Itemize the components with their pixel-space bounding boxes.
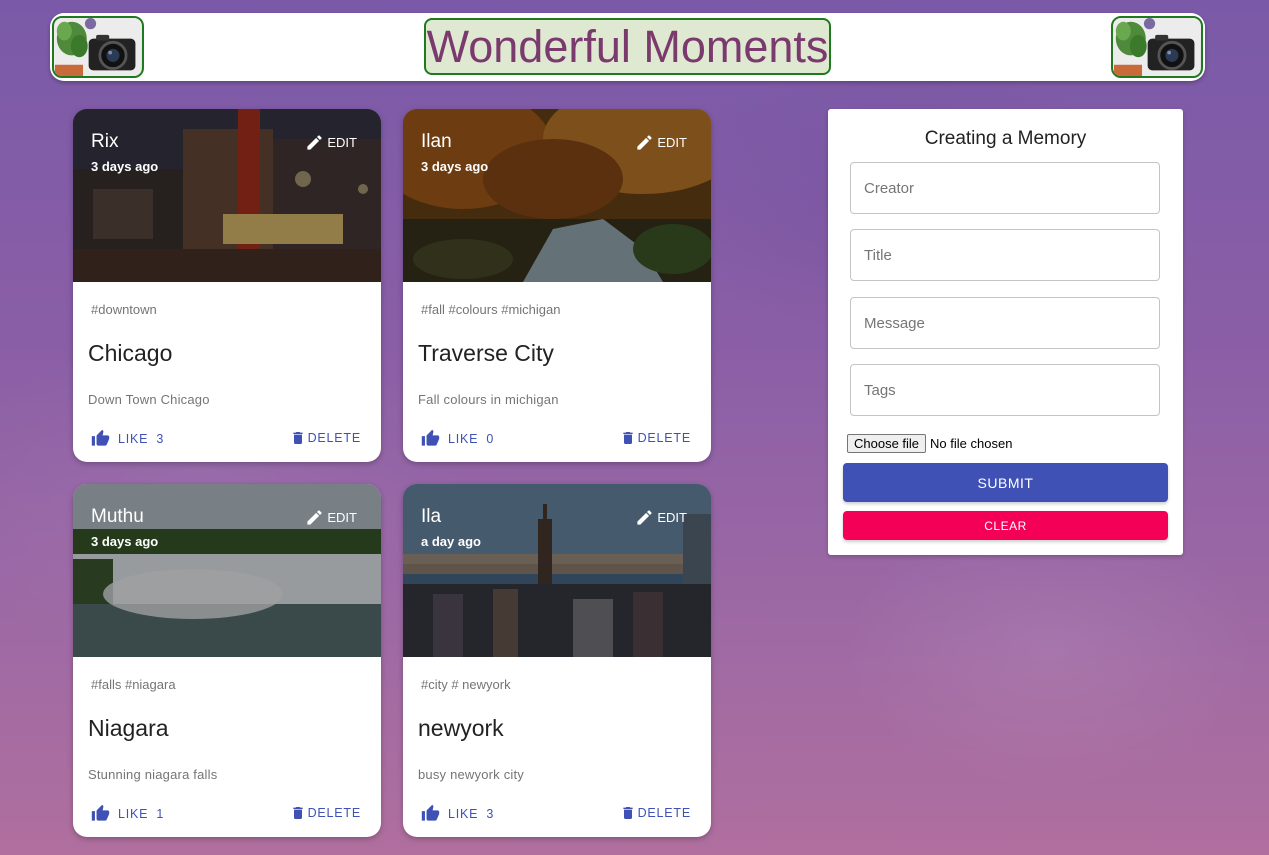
- post-creator: Muthu: [91, 506, 144, 527]
- tags-input[interactable]: [851, 365, 1159, 415]
- delete-button[interactable]: DELETE: [620, 804, 691, 822]
- app-bar: Wonderful Moments: [50, 13, 1205, 81]
- delete-button[interactable]: DELETE: [290, 804, 361, 822]
- like-button[interactable]: LIKE 3: [91, 429, 164, 448]
- post-card: Ilan 3 days ago EDIT #fall #colours #mic…: [403, 109, 711, 462]
- brand-title-box: Wonderful Moments: [424, 18, 831, 75]
- camera-plant-icon: [1111, 16, 1203, 78]
- delete-label: DELETE: [637, 806, 691, 820]
- post-time: 3 days ago: [91, 534, 159, 549]
- delete-label: DELETE: [307, 431, 361, 445]
- delete-label: DELETE: [637, 431, 691, 445]
- post-creator: Ila: [421, 506, 442, 527]
- like-button[interactable]: LIKE 0: [421, 429, 494, 448]
- delete-button[interactable]: DELETE: [620, 429, 691, 447]
- post-image: Ila a day ago EDIT: [403, 484, 711, 657]
- trash-icon: [622, 807, 633, 819]
- file-status: No file chosen: [930, 436, 1013, 451]
- file-input: Choose file No file chosen: [847, 434, 1012, 453]
- create-memory-form: Creating a Memory Choose file No file ch…: [828, 109, 1183, 555]
- post-image: Muthu 3 days ago EDIT: [73, 484, 381, 657]
- post-time: a day ago: [421, 534, 481, 549]
- post-message: Fall colours in michigan: [418, 392, 559, 407]
- like-button[interactable]: LIKE 1: [91, 804, 164, 823]
- edit-button[interactable]: EDIT: [635, 133, 687, 152]
- choose-file-button[interactable]: Choose file: [847, 434, 927, 453]
- delete-label: DELETE: [307, 806, 361, 820]
- edit-label: EDIT: [657, 510, 687, 525]
- post-message: Stunning niagara falls: [88, 767, 218, 782]
- submit-button[interactable]: SUBMIT: [843, 463, 1168, 502]
- edit-button[interactable]: EDIT: [635, 508, 687, 527]
- pencil-icon: [307, 510, 323, 525]
- edit-label: EDIT: [327, 135, 357, 150]
- pencil-icon: [637, 135, 653, 150]
- thumb-up-icon: [421, 429, 440, 446]
- delete-button[interactable]: DELETE: [290, 429, 361, 447]
- post-image: Rix 3 days ago EDIT: [73, 109, 381, 282]
- like-label: LIKE: [118, 431, 149, 446]
- post-tags: #falls #niagara: [91, 677, 176, 692]
- post-creator: Rix: [91, 131, 119, 152]
- page-title: Wonderful Moments: [426, 20, 829, 72]
- thumb-up-icon: [421, 804, 440, 821]
- post-tags: #city # newyork: [421, 677, 511, 692]
- title-input[interactable]: [851, 230, 1159, 280]
- post-tags: #fall #colours #michigan: [421, 302, 561, 317]
- post-card: Ila a day ago EDIT #city # newyork newyo…: [403, 484, 711, 837]
- trash-icon: [622, 432, 633, 444]
- camera-plant-icon: [52, 16, 144, 78]
- like-label: LIKE: [448, 431, 479, 446]
- edit-label: EDIT: [327, 510, 357, 525]
- post-card: Muthu 3 days ago EDIT #falls #niagara Ni…: [73, 484, 381, 837]
- trash-icon: [292, 432, 303, 444]
- post-message: Down Town Chicago: [88, 392, 210, 407]
- post-creator: Ilan: [421, 131, 452, 152]
- edit-button[interactable]: EDIT: [305, 133, 357, 152]
- tags-field[interactable]: [850, 364, 1160, 416]
- like-count: 3: [156, 431, 165, 446]
- post-title: Traverse City: [418, 340, 554, 366]
- creator-input[interactable]: [851, 163, 1159, 213]
- creator-field[interactable]: [850, 162, 1160, 214]
- like-button[interactable]: LIKE 3: [421, 804, 494, 823]
- thumb-up-icon: [91, 804, 110, 821]
- trash-icon: [292, 807, 303, 819]
- message-input[interactable]: [851, 298, 1159, 348]
- like-label: LIKE: [118, 806, 149, 821]
- like-count: 1: [156, 806, 165, 821]
- form-title: Creating a Memory: [924, 128, 1087, 149]
- like-count: 3: [486, 806, 495, 821]
- like-label: LIKE: [448, 806, 479, 821]
- thumb-up-icon: [91, 429, 110, 446]
- post-time: 3 days ago: [91, 159, 159, 174]
- post-message: busy newyork city: [418, 767, 524, 782]
- title-field[interactable]: [850, 229, 1160, 281]
- post-time: 3 days ago: [421, 159, 489, 174]
- edit-label: EDIT: [657, 135, 687, 150]
- edit-button[interactable]: EDIT: [305, 508, 357, 527]
- clear-button[interactable]: CLEAR: [843, 511, 1168, 540]
- post-tags: #downtown: [91, 302, 157, 317]
- like-count: 0: [486, 431, 495, 446]
- message-field[interactable]: [850, 297, 1160, 349]
- pencil-icon: [307, 135, 323, 150]
- post-card: Rix 3 days ago EDIT #downtown Chicago Do…: [73, 109, 381, 462]
- post-image: Ilan 3 days ago EDIT: [403, 109, 711, 282]
- post-title: newyork: [418, 715, 504, 741]
- post-title: Niagara: [88, 715, 169, 741]
- pencil-icon: [637, 510, 653, 525]
- post-title: Chicago: [88, 340, 173, 366]
